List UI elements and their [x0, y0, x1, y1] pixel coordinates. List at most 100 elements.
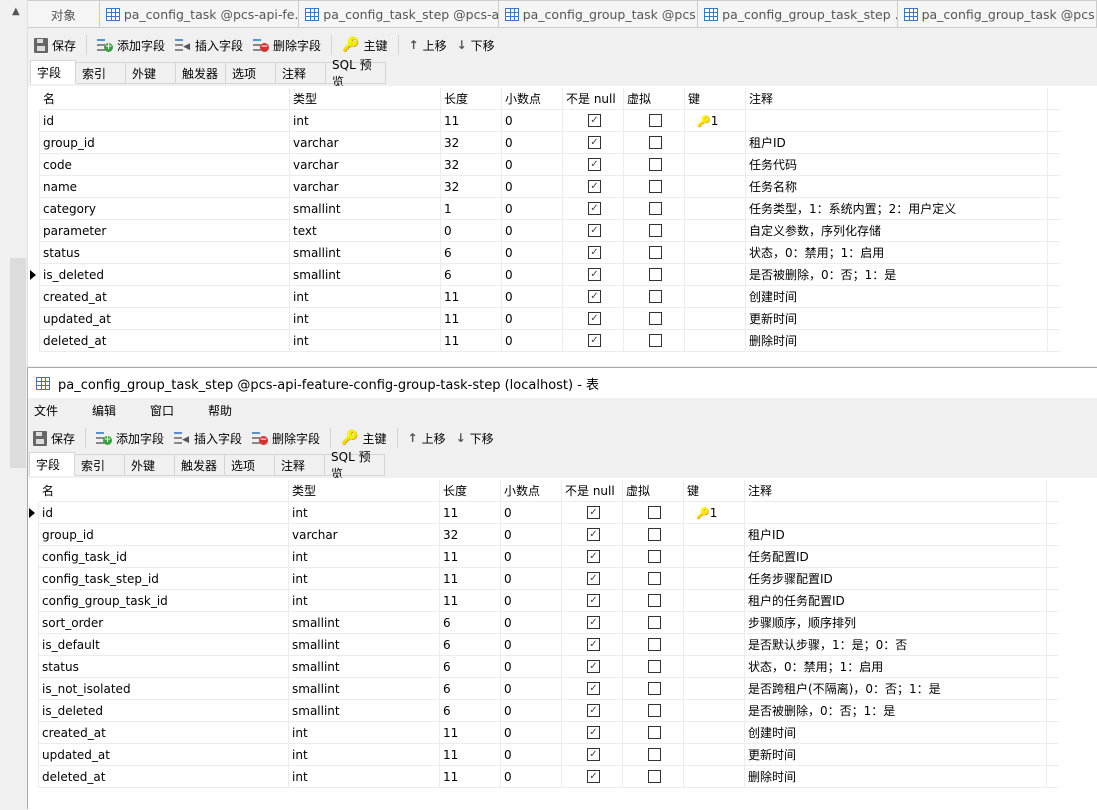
cell-type[interactable]: int [290, 330, 441, 352]
scrollbar[interactable] [10, 258, 26, 468]
cell-not-null[interactable]: ✓ [562, 568, 623, 590]
cell-length[interactable]: 6 [441, 242, 502, 264]
cell-comment[interactable]: 步骤顺序，顺序排列 [745, 612, 1047, 634]
save-button[interactable]: 保存 [34, 37, 76, 54]
cell-decimals[interactable]: 0 [501, 700, 562, 722]
delete-field-button[interactable]: − 删除字段 [252, 430, 320, 447]
cell-name[interactable]: name [40, 176, 290, 198]
tab-4[interactable]: 选项 [225, 454, 275, 476]
cell-virtual[interactable] [623, 612, 684, 634]
tab-3[interactable]: 触发器 [176, 62, 226, 84]
table-row[interactable]: is_deleted smallint 6 0 ✓ 是否被删除，0：否；1：是 [30, 264, 1060, 286]
cell-key[interactable] [684, 546, 745, 568]
tab-5[interactable]: 注释 [275, 454, 325, 476]
cell-length[interactable]: 11 [440, 590, 501, 612]
virtual-checkbox[interactable] [648, 638, 661, 651]
cell-comment[interactable]: 是否跨租户(不隔离)，0：否；1：是 [745, 678, 1047, 700]
cell-virtual[interactable] [624, 286, 685, 308]
cell-virtual[interactable] [623, 656, 684, 678]
object-tab[interactable]: 对象 [28, 1, 100, 27]
cell-comment[interactable]: 任务类型，1：系统内置；2：用户定义 [746, 198, 1048, 220]
cell-type[interactable]: int [289, 590, 440, 612]
column-header[interactable]: 不是 null [563, 88, 624, 110]
cell-not-null[interactable]: ✓ [562, 546, 623, 568]
add-field-button[interactable]: + 添加字段 [97, 37, 165, 54]
cell-comment[interactable]: 删除时间 [745, 766, 1047, 788]
cell-decimals[interactable]: 0 [501, 634, 562, 656]
table-row[interactable]: parameter text 0 0 ✓ 自定义参数，序列化存储 [40, 220, 1060, 242]
cell-type[interactable]: smallint [289, 612, 440, 634]
cell-not-null[interactable]: ✓ [562, 678, 623, 700]
cell-type[interactable]: int [290, 286, 441, 308]
cell-virtual[interactable] [623, 678, 684, 700]
cell-key[interactable] [684, 612, 745, 634]
cell-length[interactable]: 6 [440, 700, 501, 722]
tab-2[interactable]: 外键 [126, 62, 176, 84]
object-tab[interactable]: pa_config_task @pcs-api-fe... [100, 1, 300, 27]
cell-name[interactable]: config_task_id [39, 546, 289, 568]
tab-4[interactable]: 选项 [226, 62, 276, 84]
not-null-checkbox[interactable]: ✓ [588, 180, 601, 193]
cell-decimals[interactable]: 0 [501, 502, 562, 524]
cell-not-null[interactable]: ✓ [562, 766, 623, 788]
virtual-checkbox[interactable] [648, 616, 661, 629]
cell-comment[interactable]: 是否默认步骤，1：是；0：否 [745, 634, 1047, 656]
table-row[interactable]: sort_order smallint 6 0 ✓ 步骤顺序，顺序排列 [39, 612, 1059, 634]
column-header[interactable]: 名 [40, 88, 290, 110]
cell-decimals[interactable]: 0 [501, 568, 562, 590]
cell-type[interactable]: varchar [290, 154, 441, 176]
virtual-checkbox[interactable] [648, 550, 661, 563]
cell-length[interactable]: 32 [441, 154, 502, 176]
cell-decimals[interactable]: 0 [502, 154, 563, 176]
cell-type[interactable]: int [289, 568, 440, 590]
cell-type[interactable]: varchar [290, 132, 441, 154]
column-header[interactable]: 小数点 [501, 480, 562, 502]
cell-decimals[interactable]: 0 [501, 524, 562, 546]
cell-not-null[interactable]: ✓ [563, 198, 624, 220]
cell-virtual[interactable] [624, 264, 685, 286]
cell-virtual[interactable] [623, 744, 684, 766]
virtual-checkbox[interactable] [649, 136, 662, 149]
chevron-up-icon[interactable]: ▲ [12, 6, 20, 17]
not-null-checkbox[interactable]: ✓ [588, 290, 601, 303]
virtual-checkbox[interactable] [649, 334, 662, 347]
virtual-checkbox[interactable] [648, 682, 661, 695]
cell-not-null[interactable]: ✓ [562, 612, 623, 634]
cell-name[interactable]: is_not_isolated [39, 678, 289, 700]
cell-key[interactable] [684, 656, 745, 678]
cell-type[interactable]: int [290, 110, 441, 132]
cell-key[interactable]: 🔑1 [684, 502, 745, 524]
cell-type[interactable]: varchar [290, 176, 441, 198]
cell-key[interactable] [684, 744, 745, 766]
table-row[interactable]: config_task_step_id int 11 0 ✓ 任务步骤配置ID [39, 568, 1059, 590]
cell-type[interactable]: int [290, 308, 441, 330]
table-row[interactable]: status smallint 6 0 ✓ 状态，0：禁用；1：启用 [39, 656, 1059, 678]
tab-0[interactable]: 字段 [29, 452, 75, 476]
table-row[interactable]: config_group_task_id int 11 0 ✓ 租户的任务配置ID [39, 590, 1059, 612]
cell-comment[interactable] [745, 502, 1047, 524]
table-row[interactable]: name varchar 32 0 ✓ 任务名称 [40, 176, 1060, 198]
cell-key[interactable] [684, 590, 745, 612]
cell-virtual[interactable] [623, 766, 684, 788]
table-row[interactable]: is_not_isolated smallint 6 0 ✓ 是否跨租户(不隔离)，0：否… [39, 678, 1059, 700]
table-row[interactable]: status smallint 6 0 ✓ 状态，0：禁用；1：启用 [40, 242, 1060, 264]
not-null-checkbox[interactable]: ✓ [587, 748, 600, 761]
cell-length[interactable]: 11 [440, 766, 501, 788]
table-row[interactable]: created_at int 11 0 ✓ 创建时间 [39, 722, 1059, 744]
table-row[interactable]: config_task_id int 11 0 ✓ 任务配置ID [39, 546, 1059, 568]
add-field-button[interactable]: + 添加字段 [96, 430, 164, 447]
cell-key[interactable] [684, 524, 745, 546]
cell-name[interactable]: is_deleted [39, 700, 289, 722]
cell-key[interactable] [685, 220, 746, 242]
virtual-checkbox[interactable] [649, 312, 662, 325]
cell-key[interactable] [685, 286, 746, 308]
cell-virtual[interactable] [624, 198, 685, 220]
menu-item[interactable]: 帮助 [208, 402, 232, 419]
column-header[interactable]: 类型 [290, 88, 441, 110]
column-header[interactable]: 类型 [289, 480, 440, 502]
cell-virtual[interactable] [623, 546, 684, 568]
menu-item[interactable]: 编辑 [92, 402, 116, 419]
cell-comment[interactable]: 更新时间 [745, 744, 1047, 766]
cell-not-null[interactable]: ✓ [562, 634, 623, 656]
column-header[interactable]: 不是 null [562, 480, 623, 502]
